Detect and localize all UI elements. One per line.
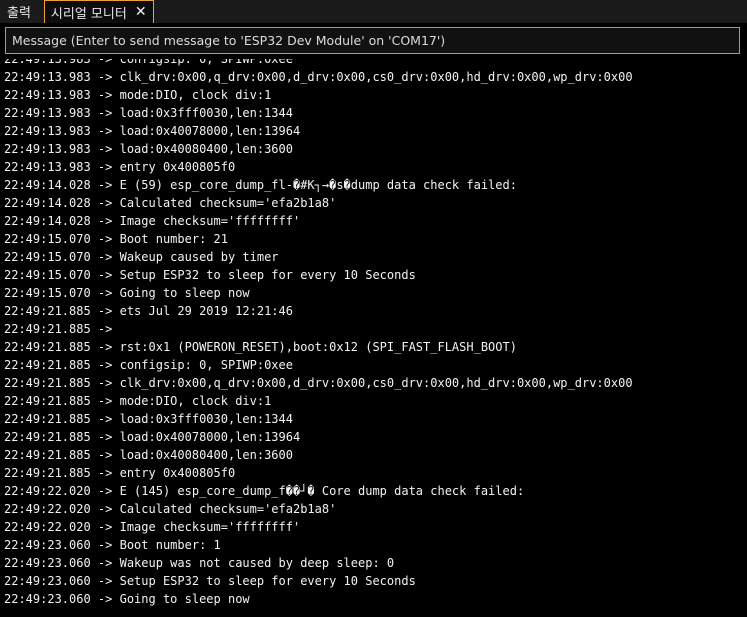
log-line: 22:49:21.885 -> clk_drv:0x00,q_drv:0x00,… <box>4 376 633 390</box>
log-line: 22:49:21.885 -> <box>4 322 120 336</box>
serial-output-lines: 22:49:13.983 -> configsip: 0, SPIWP:0xee… <box>4 59 744 608</box>
log-line: 22:49:15.070 -> Wakeup caused by timer <box>4 250 279 264</box>
log-line: 22:49:13.983 -> mode:DIO, clock div:1 <box>4 88 272 102</box>
log-line: 22:49:22.020 -> Calculated checksum='efa… <box>4 502 337 516</box>
log-line: 22:49:21.885 -> load:0x3fff0030,len:1344 <box>4 412 293 426</box>
log-line: 22:49:23.060 -> Setup ESP32 to sleep for… <box>4 574 416 588</box>
log-line: 22:49:23.060 -> Boot number: 1 <box>4 538 221 552</box>
log-line: 22:49:15.070 -> Going to sleep now <box>4 286 250 300</box>
log-line: 22:49:15.070 -> Setup ESP32 to sleep for… <box>4 268 416 282</box>
tab-serial-monitor-label: 시리얼 모니터 <box>50 6 127 22</box>
message-bar <box>0 23 747 59</box>
log-line: 22:49:14.028 -> Image checksum='ffffffff… <box>4 214 301 228</box>
log-line: 22:49:14.028 -> Calculated checksum='efa… <box>4 196 337 210</box>
log-line: 22:49:14.028 -> E (59) esp_core_dump_fl-… <box>4 178 517 192</box>
tab-output[interactable]: 출력 <box>0 0 38 23</box>
log-line: 22:49:21.885 -> load:0x40078000,len:1396… <box>4 430 301 444</box>
log-line: 22:49:13.983 -> load:0x40080400,len:3600 <box>4 142 293 156</box>
serial-monitor-panel: 출력 시리얼 모니터 ✕ 22:49:13.983 -> configsip: … <box>0 0 747 617</box>
log-line: 22:49:13.983 -> entry 0x400805f0 <box>4 160 236 174</box>
log-line: 22:49:21.885 -> rst:0x1 (POWERON_RESET),… <box>4 340 517 354</box>
log-line: 22:49:21.885 -> ets Jul 29 2019 12:21:46 <box>4 304 293 318</box>
log-line: 22:49:13.983 -> clk_drv:0x00,q_drv:0x00,… <box>4 70 633 84</box>
serial-output-log[interactable]: 22:49:13.983 -> configsip: 0, SPIWP:0xee… <box>0 59 747 617</box>
message-input[interactable] <box>12 33 739 48</box>
log-line: 22:49:23.060 -> Wakeup was not caused by… <box>4 556 395 570</box>
log-line: 22:49:15.070 -> Boot number: 21 <box>4 232 228 246</box>
log-line: 22:49:21.885 -> entry 0x400805f0 <box>4 466 236 480</box>
log-line: 22:49:21.885 -> load:0x40080400,len:3600 <box>4 448 293 462</box>
message-input-box[interactable] <box>5 27 740 54</box>
tab-output-label: 출력 <box>7 6 31 21</box>
log-line: 22:49:23.060 -> Going to sleep now <box>4 592 250 606</box>
tab-serial-monitor[interactable]: 시리얼 모니터 ✕ <box>43 0 154 23</box>
panel-tab-bar: 출력 시리얼 모니터 ✕ <box>0 0 747 23</box>
log-line: 22:49:22.020 -> E (145) esp_core_dump_f�… <box>4 484 525 498</box>
log-line: 22:49:13.983 -> load:0x40078000,len:1396… <box>4 124 301 138</box>
log-line: 22:49:13.983 -> load:0x3fff0030,len:1344 <box>4 106 293 120</box>
close-icon[interactable]: ✕ <box>135 4 147 20</box>
log-line: 22:49:21.885 -> configsip: 0, SPIWP:0xee <box>4 358 293 372</box>
log-line: 22:49:13.983 -> configsip: 0, SPIWP:0xee <box>4 59 293 66</box>
log-line: 22:49:22.020 -> Image checksum='ffffffff… <box>4 520 301 534</box>
log-line: 22:49:21.885 -> mode:DIO, clock div:1 <box>4 394 272 408</box>
